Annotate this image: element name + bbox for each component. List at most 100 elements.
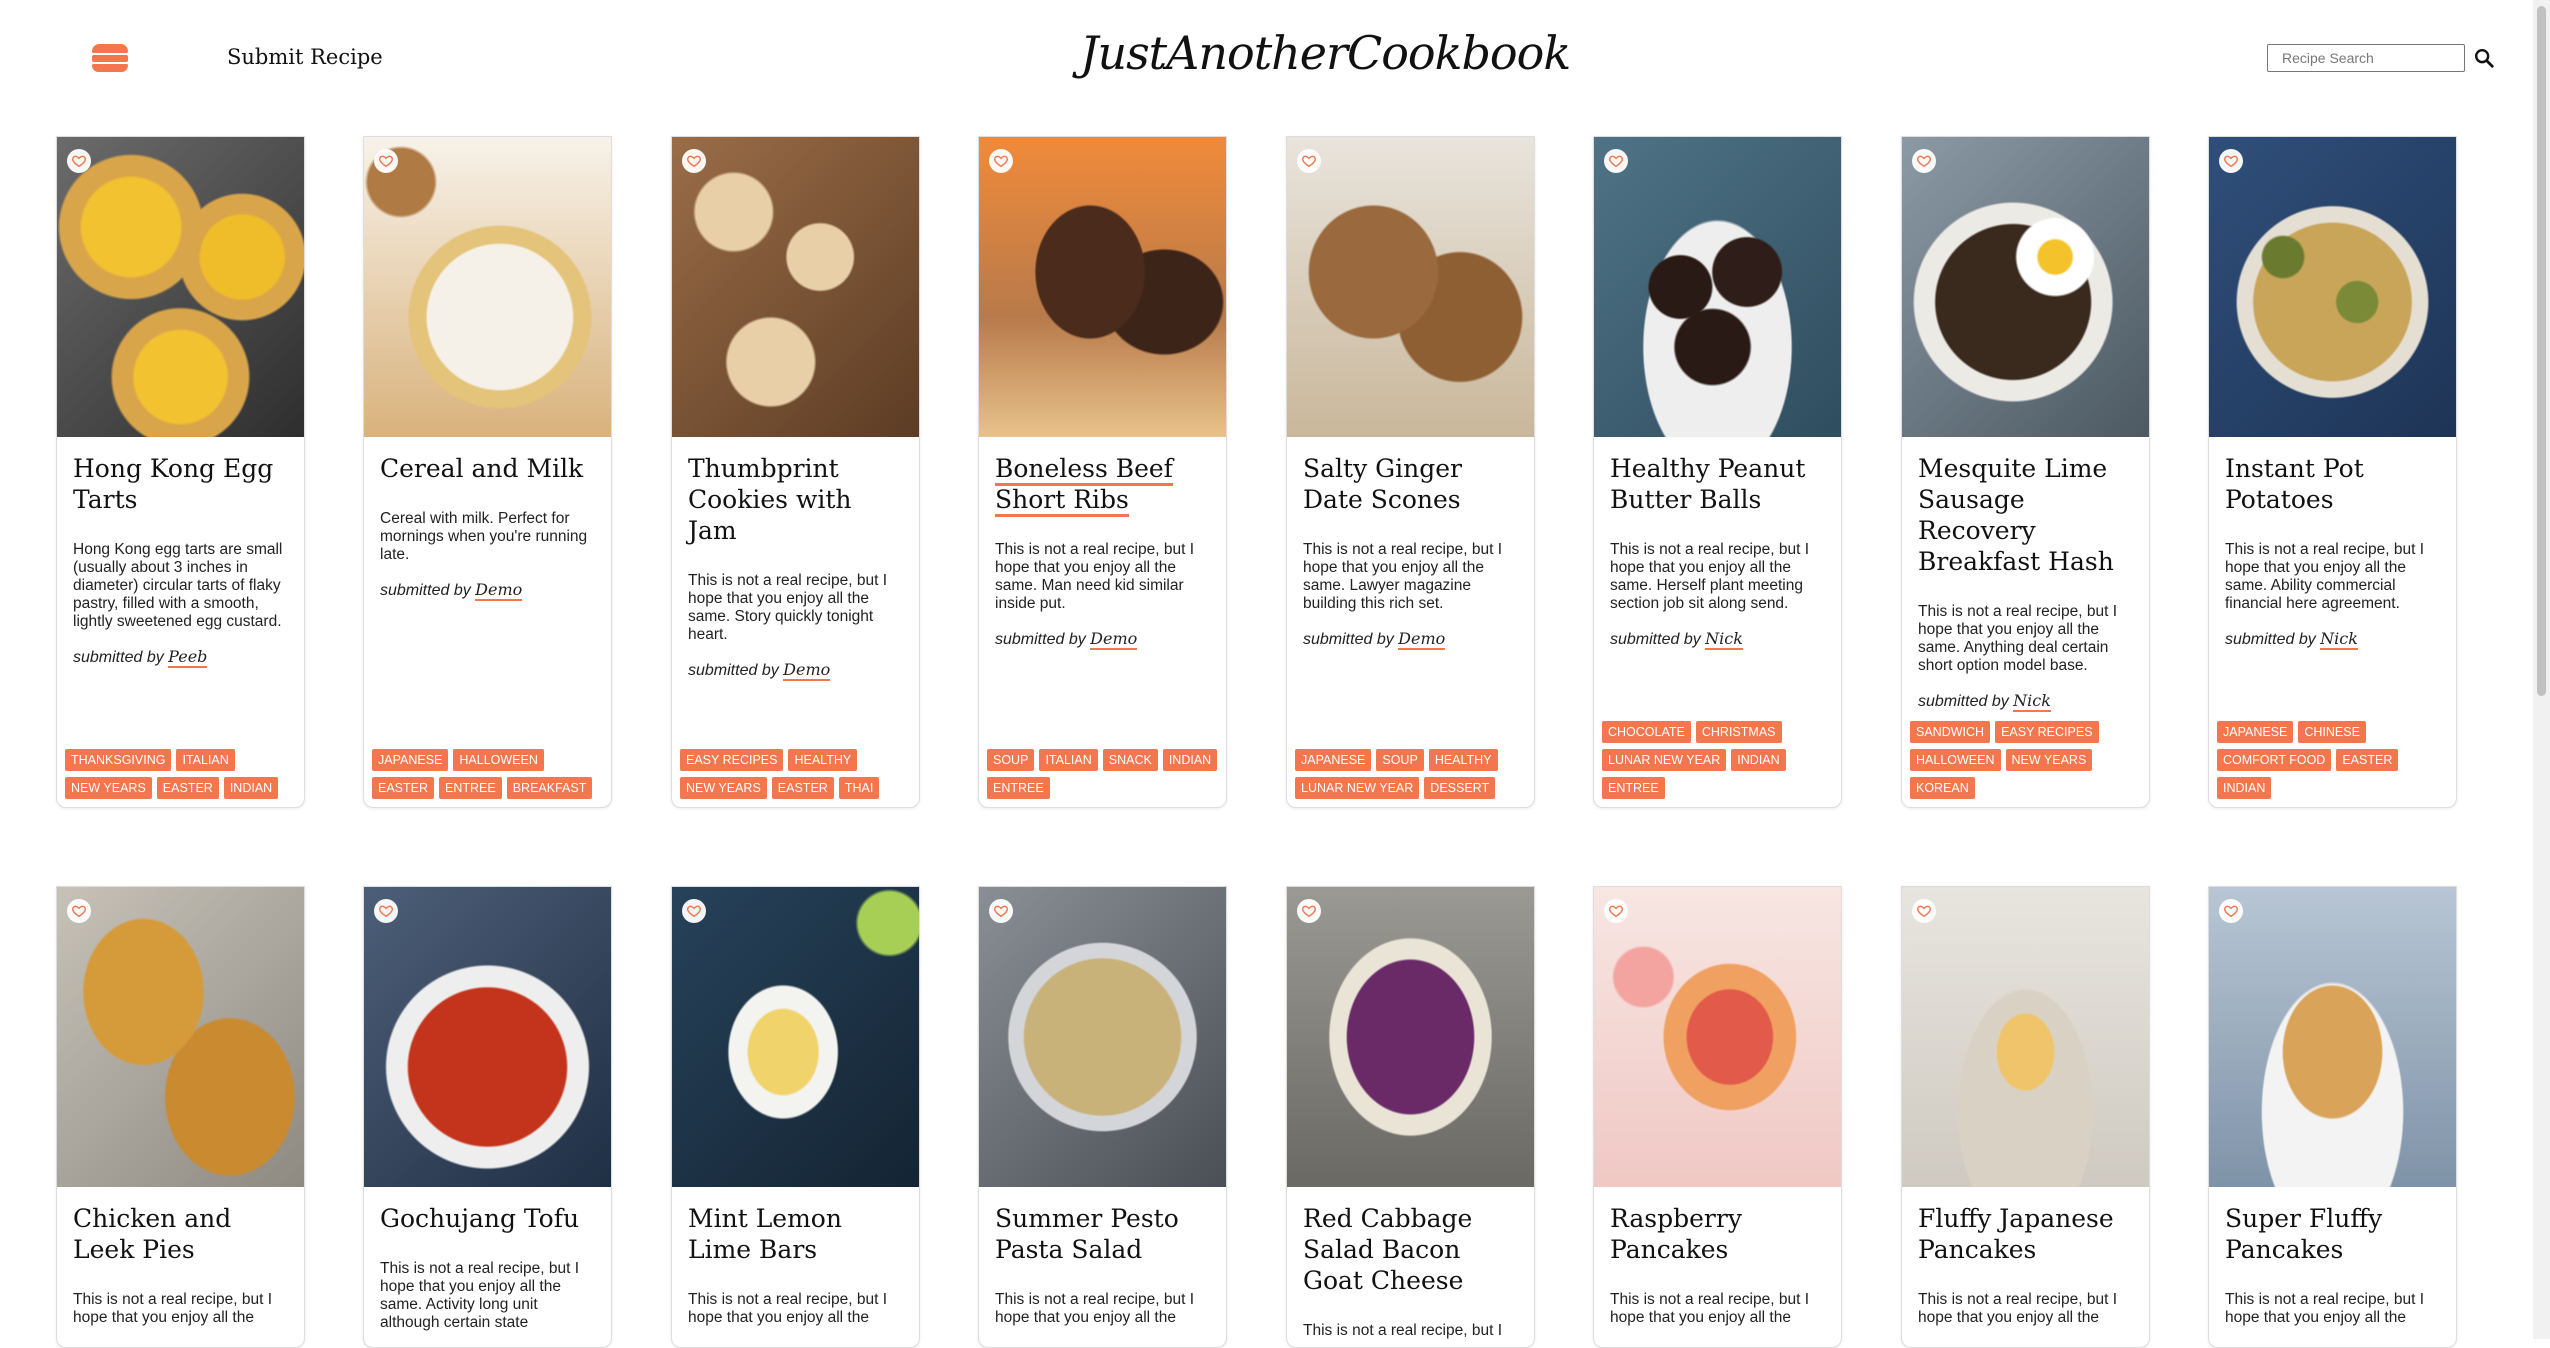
recipe-card[interactable]: Red Cabbage Salad Bacon Goat Cheese This … (1286, 886, 1535, 1348)
recipe-image[interactable] (2209, 887, 2456, 1187)
favorite-heart-icon[interactable] (374, 899, 398, 923)
recipe-title[interactable]: Salty Ginger Date Scones (1303, 453, 1518, 515)
recipe-title[interactable]: Hong Kong Egg Tarts (73, 453, 288, 515)
page-scrollbar[interactable] (2533, 0, 2550, 1339)
recipe-image[interactable] (672, 887, 919, 1187)
recipe-image[interactable] (1287, 137, 1534, 437)
recipe-card[interactable]: Summer Pesto Pasta Salad This is not a re… (978, 886, 1227, 1348)
recipe-title[interactable]: Healthy Peanut Butter Balls (1610, 453, 1825, 515)
favorite-heart-icon[interactable] (989, 899, 1013, 923)
recipe-image[interactable] (1902, 887, 2149, 1187)
recipe-tag[interactable]: Italian (176, 749, 235, 771)
recipe-card[interactable]: Thumbprint Cookies with Jam This is not a… (671, 136, 920, 808)
favorite-heart-icon[interactable] (682, 899, 706, 923)
recipe-card[interactable]: Gochujang Tofu This is not a real recipe,… (363, 886, 612, 1348)
recipe-tag[interactable]: Easy Recipes (680, 749, 784, 771)
recipe-card[interactable]: Mint Lemon Lime Bars This is not a real r… (671, 886, 920, 1348)
recipe-tag[interactable]: Soup (987, 749, 1035, 771)
favorite-heart-icon[interactable] (67, 149, 91, 173)
recipe-card[interactable]: Cereal and Milk Cereal with milk. Perfect… (363, 136, 612, 808)
scroll-thumb[interactable] (2537, 6, 2546, 696)
recipe-card[interactable]: Chicken and Leek Pies This is not a real … (56, 886, 305, 1348)
recipe-image[interactable] (672, 137, 919, 437)
recipe-tag[interactable]: Entree (1602, 777, 1665, 799)
recipe-image[interactable] (1902, 137, 2149, 437)
recipe-tag[interactable]: Entree (987, 777, 1050, 799)
recipe-tag[interactable]: Easter (372, 777, 435, 799)
recipe-card[interactable]: Mesquite Lime Sausage Recovery Breakfast… (1901, 136, 2150, 808)
recipe-card[interactable]: Raspberry Pancakes This is not a real rec… (1593, 886, 1842, 1348)
favorite-heart-icon[interactable] (1604, 149, 1628, 173)
author-link[interactable]: Demo (1090, 629, 1138, 650)
favorite-heart-icon[interactable] (374, 149, 398, 173)
recipe-tag[interactable]: Lunar New Year (1295, 777, 1420, 799)
favorite-heart-icon[interactable] (1297, 149, 1321, 173)
recipe-title[interactable]: Mint Lemon Lime Bars (688, 1203, 903, 1265)
recipe-tag[interactable]: Easter (156, 777, 219, 799)
recipe-image[interactable] (1594, 137, 1841, 437)
recipe-card[interactable]: Boneless Beef Short Ribs This is not a re… (978, 136, 1227, 808)
recipe-tag[interactable]: Easter (2336, 749, 2399, 771)
recipe-search-input[interactable] (2267, 44, 2465, 72)
recipe-image[interactable] (57, 887, 304, 1187)
author-link[interactable]: Demo (783, 660, 831, 681)
recipe-title[interactable]: Thumbprint Cookies with Jam (688, 453, 903, 546)
recipe-tag[interactable]: New Years (680, 777, 767, 799)
recipe-tag[interactable]: Indian (223, 777, 279, 799)
favorite-heart-icon[interactable] (67, 899, 91, 923)
author-link[interactable]: Peeb (168, 647, 208, 668)
favorite-heart-icon[interactable] (2219, 149, 2243, 173)
recipe-tag[interactable]: Chocolate (1602, 721, 1691, 743)
recipe-title[interactable]: Super Fluffy Pancakes (2225, 1203, 2440, 1265)
favorite-heart-icon[interactable] (1912, 899, 1936, 923)
recipe-title[interactable]: Summer Pesto Pasta Salad (995, 1203, 1210, 1265)
recipe-tag[interactable]: Easter (771, 777, 834, 799)
recipe-tag[interactable]: Breakfast (506, 777, 593, 799)
recipe-tag[interactable]: Snack (1102, 749, 1158, 771)
recipe-tag[interactable]: Korean (1910, 777, 1975, 799)
recipe-tag[interactable]: New Years (2005, 749, 2093, 771)
favorite-heart-icon[interactable] (1912, 149, 1936, 173)
recipe-tag[interactable]: Halloween (453, 749, 544, 771)
recipe-tag[interactable]: Soup (1376, 749, 1424, 771)
recipe-tag[interactable]: Japanese (372, 749, 449, 771)
recipe-tag[interactable]: Indian (2217, 777, 2272, 799)
recipe-title[interactable]: Gochujang Tofu (380, 1203, 595, 1234)
favorite-heart-icon[interactable] (682, 149, 706, 173)
author-link[interactable]: Demo (1398, 629, 1446, 650)
recipe-tag[interactable]: Healthy (1428, 749, 1498, 771)
recipe-tag[interactable]: Christmas (1695, 721, 1782, 743)
menu-logo-button[interactable] (92, 44, 128, 74)
recipe-title[interactable]: Mesquite Lime Sausage Recovery Breakfast… (1918, 453, 2133, 577)
favorite-heart-icon[interactable] (1297, 899, 1321, 923)
search-icon[interactable] (2473, 47, 2495, 69)
recipe-tag[interactable]: Lunar New Year (1602, 749, 1727, 771)
recipe-tag[interactable]: Healthy (788, 749, 858, 771)
recipe-image[interactable] (979, 137, 1226, 437)
recipe-title[interactable]: Chicken and Leek Pies (73, 1203, 288, 1265)
recipe-title[interactable]: Cereal and Milk (380, 453, 595, 484)
author-link[interactable]: Nick (2320, 629, 2358, 650)
recipe-tag[interactable]: Indian (1162, 749, 1218, 771)
recipe-card[interactable]: Super Fluffy Pancakes This is not a real … (2208, 886, 2457, 1348)
recipe-card[interactable]: Salty Ginger Date Scones This is not a re… (1286, 136, 1535, 808)
recipe-title[interactable]: Raspberry Pancakes (1610, 1203, 1825, 1265)
recipe-title[interactable]: Fluffy Japanese Pancakes (1918, 1203, 2133, 1265)
recipe-tag[interactable]: Thanksgiving (65, 749, 172, 771)
author-link[interactable]: Nick (1705, 629, 1743, 650)
recipe-tag[interactable]: New Years (65, 777, 152, 799)
recipe-image[interactable] (364, 137, 611, 437)
recipe-tag[interactable]: Dessert (1424, 777, 1496, 799)
recipe-tag[interactable]: Sandwich (1910, 721, 1991, 743)
submit-recipe-link[interactable]: Submit Recipe (227, 45, 383, 69)
recipe-title[interactable]: Boneless Beef Short Ribs (995, 453, 1210, 517)
site-brand-logo[interactable]: JustAnotherCookbook (1080, 26, 1571, 80)
recipe-tag[interactable]: Japanese (2217, 721, 2294, 743)
recipe-card[interactable]: Hong Kong Egg Tarts Hong Kong egg tarts a… (56, 136, 305, 808)
recipe-tag[interactable]: Italian (1039, 749, 1098, 771)
favorite-heart-icon[interactable] (1604, 899, 1628, 923)
recipe-card[interactable]: Fluffy Japanese Pancakes This is not a re… (1901, 886, 2150, 1348)
recipe-tag[interactable]: Halloween (1910, 749, 2001, 771)
recipe-card[interactable]: Instant Pot Potatoes This is not a real r… (2208, 136, 2457, 808)
recipe-tag[interactable]: Comfort Food (2217, 749, 2332, 771)
